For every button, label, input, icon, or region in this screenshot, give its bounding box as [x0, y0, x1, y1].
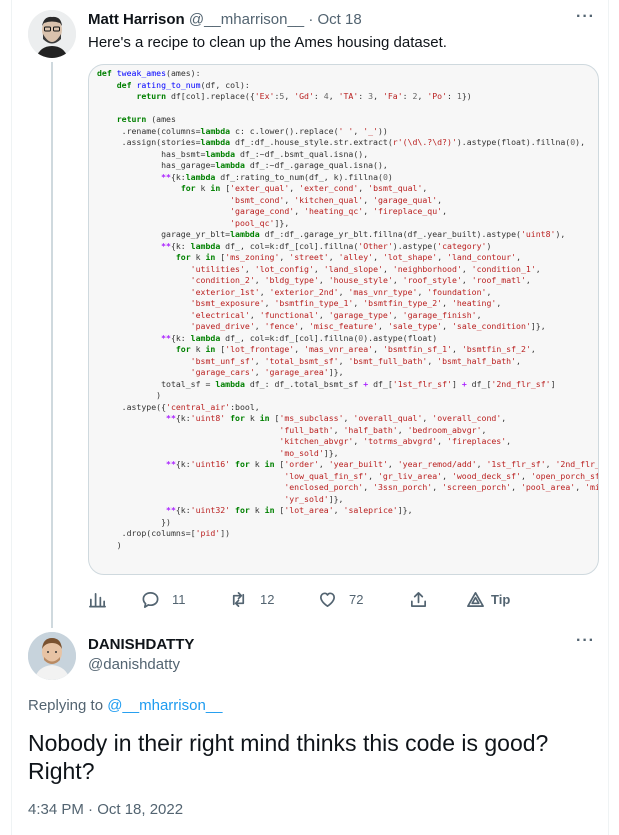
- replying-to-link[interactable]: @__mharrison__: [107, 697, 222, 714]
- tweet-text: Nobody in their right mind thinks this c…: [28, 730, 549, 784]
- tip-triangle-icon: [467, 591, 484, 607]
- analytics-button[interactable]: [88, 586, 107, 612]
- retweet-arrows-icon: [232, 591, 245, 607]
- heart-icon: [319, 591, 336, 607]
- replying-prefix: Replying to: [28, 697, 104, 714]
- like-button[interactable]: 72: [318, 586, 363, 612]
- author-handle[interactable]: @danishdatty: [88, 656, 180, 674]
- avatar-image: [28, 632, 76, 680]
- author-name[interactable]: Matt Harrison: [88, 11, 185, 28]
- avatar-image: [28, 10, 76, 58]
- retweet-count: 12: [260, 591, 275, 607]
- speech-bubble-icon: [142, 591, 159, 608]
- code-screenshot-image[interactable]: def tweak_ames(ames): def rating_to_num(…: [88, 64, 599, 575]
- tweet-action-bar: 11 12 72 Tip: [88, 586, 598, 612]
- tip-button[interactable]: Tip: [466, 586, 510, 612]
- tweet-timestamp[interactable]: 4:34 PM · Oct 18, 2022: [28, 800, 183, 820]
- reply-button[interactable]: 11: [141, 586, 186, 612]
- share-upload-icon: [410, 591, 427, 607]
- share-button[interactable]: [409, 586, 428, 612]
- like-count: 72: [349, 591, 364, 607]
- tweet-date[interactable]: Oct 18: [318, 11, 362, 28]
- replying-to-line: Replying to @__mharrison__: [28, 696, 223, 716]
- thread-connector-line: [51, 62, 53, 628]
- tweet-text: Here's a recipe to clean up the Ames hou…: [88, 34, 447, 51]
- avatar[interactable]: [28, 632, 76, 680]
- author-handle[interactable]: @__mharrison__: [189, 11, 304, 28]
- code-image-content: def tweak_ames(ames): def rating_to_num(…: [97, 68, 599, 550]
- dot-separator: ·: [308, 11, 314, 28]
- author-name[interactable]: DANISHDATTY: [88, 636, 194, 654]
- tip-label: Tip: [491, 591, 511, 607]
- more-horizontal-icon[interactable]: ···: [576, 632, 595, 650]
- bar-chart-icon: [89, 592, 106, 607]
- reply-count: 11: [172, 591, 186, 607]
- avatar[interactable]: [28, 10, 76, 58]
- tweet-header: Matt Harrison @__mharrison__ · Oct 18: [88, 11, 362, 29]
- retweet-button[interactable]: 12: [229, 586, 274, 612]
- more-horizontal-icon[interactable]: ···: [576, 8, 595, 26]
